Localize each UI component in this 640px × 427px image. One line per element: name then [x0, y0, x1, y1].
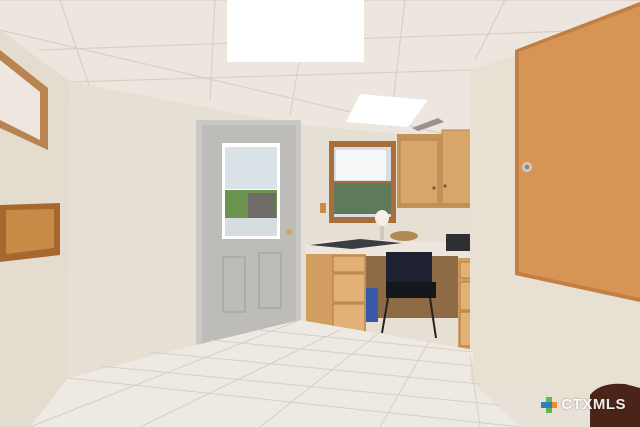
room-photo — [0, 0, 640, 427]
watermark-text: CTXMLS — [561, 396, 626, 413]
drawer-2[interactable] — [332, 273, 366, 303]
lamp-shade — [375, 210, 389, 226]
logo-icon — [541, 396, 558, 413]
light-switch[interactable] — [320, 203, 326, 213]
door-knob[interactable] — [286, 229, 292, 235]
lamp-base — [380, 226, 384, 240]
wood-door[interactable] — [519, 6, 640, 298]
watermark: CTXMLS — [541, 396, 626, 413]
drawer-1[interactable] — [332, 255, 366, 273]
trash-bin — [366, 288, 378, 322]
basket — [390, 231, 418, 241]
ceiling-light-panel — [227, 0, 364, 62]
photo-scene: CTXMLS — [0, 0, 640, 427]
cabinet-door-left[interactable] — [399, 139, 439, 205]
small-appliance — [446, 234, 473, 251]
office-chair-seat[interactable] — [386, 282, 436, 298]
logo-bar-accent — [552, 401, 558, 408]
cabinet-door-right[interactable] — [441, 129, 474, 205]
